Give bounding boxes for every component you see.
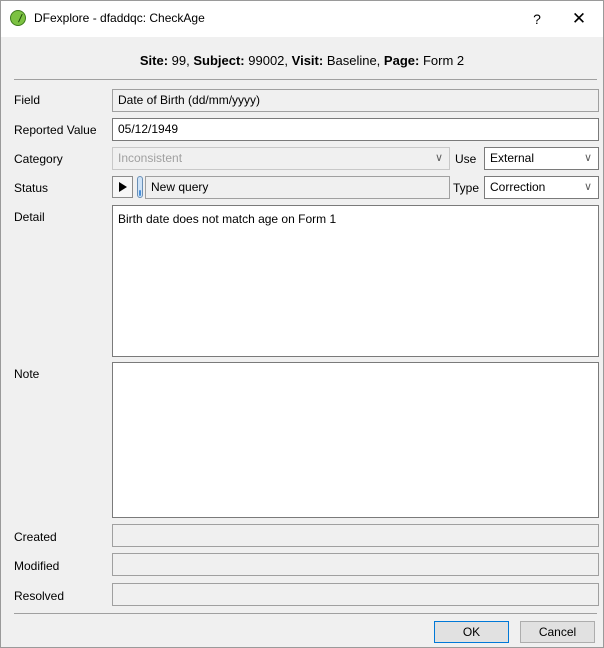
help-button[interactable]: ?	[522, 7, 552, 31]
modified-value	[112, 553, 599, 576]
header-separator	[14, 79, 597, 80]
note-textarea[interactable]	[112, 362, 599, 518]
status-label: Status	[14, 181, 49, 195]
category-label: Category	[14, 152, 63, 166]
cancel-button[interactable]: Cancel	[520, 621, 595, 643]
site-value: 99,	[168, 53, 190, 68]
detail-textarea[interactable]: Birth date does not match age on Form 1	[112, 205, 599, 357]
subject-value: 99002,	[244, 53, 289, 68]
field-value: Date of Birth (dd/mm/yyyy)	[112, 89, 599, 112]
chevron-down-icon: ∨	[583, 181, 592, 193]
use-value: External	[490, 151, 535, 165]
reported-value-label: Reported Value	[14, 123, 97, 137]
dialog-window: DFexplore - dfaddqc: CheckAge ? ✕ Site: …	[0, 0, 604, 648]
dfexplore-app-icon	[10, 10, 26, 26]
play-button[interactable]	[112, 176, 133, 198]
visit-label: Visit:	[291, 53, 324, 68]
record-header: Site: 99, Subject: 99002, Visit: Baselin…	[1, 53, 603, 68]
site-label: Site:	[139, 53, 169, 68]
reported-value-field[interactable]: 05/12/1949	[112, 118, 599, 141]
type-label: Type	[453, 181, 480, 195]
title-bar: DFexplore - dfaddqc: CheckAge ? ✕	[1, 1, 603, 37]
resolved-label: Resolved	[14, 589, 65, 603]
subject-label: Subject:	[193, 53, 245, 68]
ok-button[interactable]: OK	[434, 621, 509, 643]
footer-separator	[14, 613, 597, 614]
page-label: Page:	[383, 53, 420, 68]
resolved-value	[112, 583, 599, 606]
window-title: DFexplore - dfaddqc: CheckAge	[34, 11, 205, 25]
type-value: Correction	[490, 180, 546, 194]
page-value: Form 2	[419, 53, 465, 68]
modified-label: Modified	[14, 559, 60, 573]
created-value	[112, 524, 599, 547]
field-label: Field	[14, 93, 41, 107]
note-label: Note	[14, 367, 40, 381]
chevron-down-icon: ∨	[583, 152, 592, 164]
detail-label: Detail	[14, 210, 45, 224]
status-value: New query	[145, 176, 450, 199]
use-select[interactable]: External ∨	[484, 147, 599, 170]
close-button[interactable]: ✕	[564, 7, 594, 31]
thermometer-icon	[137, 176, 143, 198]
category-value: Inconsistent	[118, 151, 183, 165]
visit-value: Baseline,	[323, 53, 381, 68]
created-label: Created	[14, 530, 57, 544]
use-label: Use	[455, 152, 477, 166]
type-select[interactable]: Correction ∨	[484, 176, 599, 199]
chevron-down-icon: ∨	[434, 152, 443, 164]
category-select[interactable]: Inconsistent ∨	[112, 147, 450, 170]
